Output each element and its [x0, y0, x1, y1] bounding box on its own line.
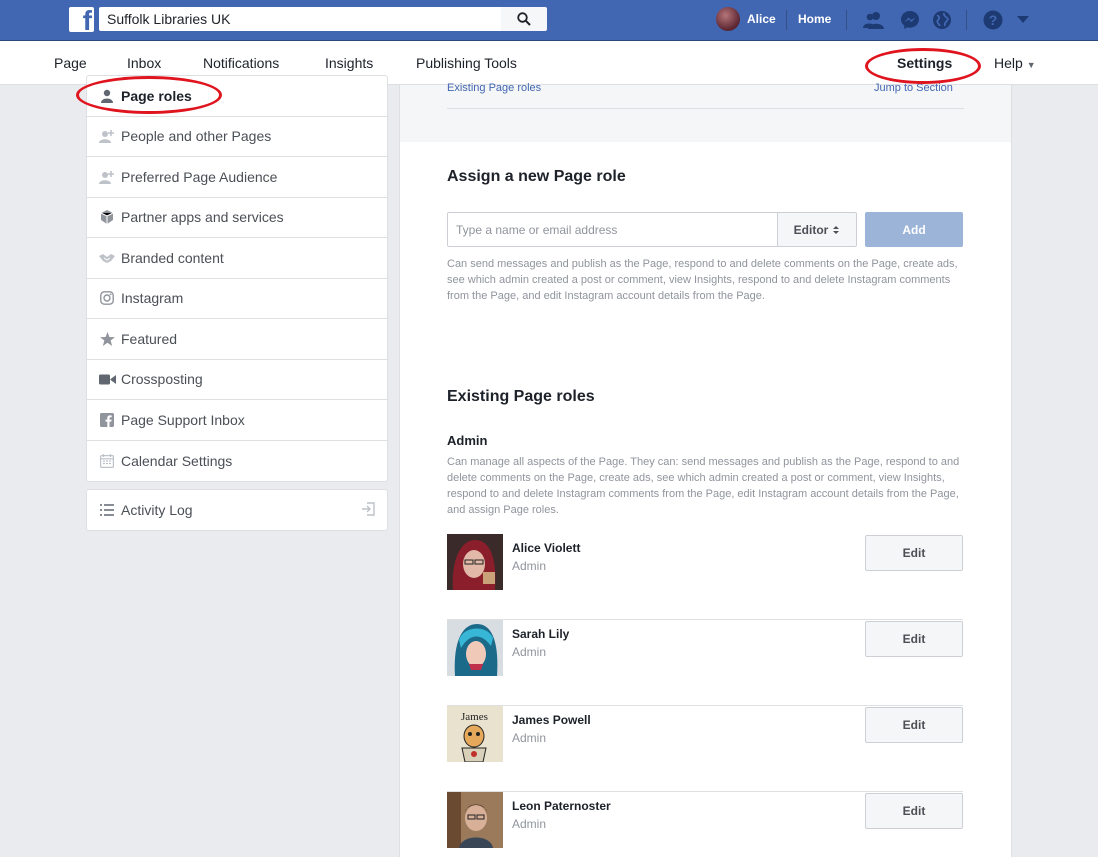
caret-down-icon: ▼: [1026, 60, 1036, 70]
sidebar-item-page-support-inbox[interactable]: Page Support Inbox: [87, 400, 387, 441]
edit-button[interactable]: Edit: [865, 793, 963, 829]
editor-role-description: Can send messages and publish as the Pag…: [447, 258, 958, 302]
sidebar-item-instagram[interactable]: Instagram: [87, 279, 387, 319]
person-name[interactable]: Leon Paternoster: [512, 799, 611, 813]
name-email-input[interactable]: Type a name or email address: [447, 212, 778, 247]
sidebar-item-calendar-settings[interactable]: Calendar Settings: [87, 441, 387, 482]
handshake-icon: [98, 249, 116, 267]
edit-button[interactable]: Edit: [865, 707, 963, 743]
role-select-value: Editor: [793, 222, 829, 237]
role-row: Alice Violett Admin Edit: [447, 534, 963, 620]
list-icon: [98, 501, 116, 519]
person-name[interactable]: Sarah Lily: [512, 627, 569, 641]
add-button[interactable]: Add: [865, 212, 963, 247]
person-name[interactable]: James Powell: [512, 713, 591, 727]
sidebar-item-label: Crossposting: [121, 371, 203, 388]
person-icon: [98, 87, 116, 105]
edit-button[interactable]: Edit: [865, 621, 963, 657]
sidebar-item-label: Calendar Settings: [121, 452, 233, 469]
messenger-icon[interactable]: [898, 8, 922, 32]
select-arrows-icon: [833, 225, 840, 234]
person-role: Admin: [512, 645, 547, 659]
tab-inbox[interactable]: Inbox: [127, 55, 161, 71]
instagram-icon: [98, 289, 116, 307]
star-icon: [98, 330, 116, 348]
person-name[interactable]: Alice Violett: [512, 541, 580, 555]
user-avatar[interactable]: [716, 7, 740, 31]
jump-to-section-link[interactable]: Jump to Section: [874, 82, 953, 94]
top-bar: f Suffolk Libraries UK Alice Home ?: [0, 0, 1098, 41]
tab-insights[interactable]: Insights: [325, 55, 373, 71]
role-row: Sarah Lily Admin Edit: [447, 620, 963, 706]
tab-help[interactable]: Help ▼: [994, 55, 1036, 71]
facebook-logo-icon[interactable]: f: [69, 7, 94, 32]
person-role: Admin: [512, 817, 547, 831]
calendar-icon: [98, 452, 116, 470]
sidebar-item-label: Page Support Inbox: [121, 411, 245, 428]
settings-sidebar: Page roles People and other Pages Prefer…: [86, 75, 388, 482]
video-icon: [98, 370, 116, 388]
help-label: Help: [994, 55, 1023, 71]
user-name-link[interactable]: Alice: [747, 12, 776, 26]
person-role: Admin: [512, 559, 547, 573]
svg-text:?: ?: [989, 12, 998, 28]
divider: [786, 10, 787, 30]
divider: [447, 108, 964, 109]
sidebar-item-featured[interactable]: Featured: [87, 319, 387, 360]
activity-log-label: Activity Log: [121, 502, 193, 518]
account-menu-caret-icon[interactable]: [1011, 8, 1035, 32]
role-select[interactable]: Editor: [777, 212, 857, 247]
svg-text:James: James: [461, 711, 488, 723]
sidebar-item-label: Branded content: [121, 249, 224, 266]
sidebar-item-preferred-page-audience[interactable]: Preferred Page Audience: [87, 157, 387, 198]
role-row: Leon Paternoster Admin Edit: [447, 792, 963, 857]
divider: [966, 10, 967, 30]
sidebar-item-label: People and other Pages: [121, 128, 272, 145]
help-question-icon[interactable]: ?: [981, 8, 1005, 32]
sidebar-item-label: Instagram: [121, 290, 184, 307]
exit-arrow-icon: [362, 502, 375, 516]
sidebar-item-page-roles[interactable]: Page roles: [87, 76, 387, 117]
sidebar-item-label: Featured: [121, 330, 178, 347]
avatar: James: [447, 706, 503, 762]
tab-settings[interactable]: Settings: [897, 55, 952, 71]
activity-log-item[interactable]: Activity Log: [86, 489, 388, 531]
sidebar-item-label: Preferred Page Audience: [121, 168, 278, 185]
sidebar-item-partner-apps[interactable]: Partner apps and services: [87, 198, 387, 238]
avatar: [447, 620, 503, 676]
notifications-globe-icon[interactable]: [930, 8, 954, 32]
tab-publishing-tools[interactable]: Publishing Tools: [416, 55, 517, 71]
existing-roles-link[interactable]: Existing Page roles: [447, 82, 541, 94]
person-role: Admin: [512, 731, 547, 745]
assign-role-title: Assign a new Page role: [447, 168, 626, 185]
avatar: [447, 792, 503, 848]
existing-roles-title: Existing Page roles: [447, 388, 595, 405]
facebook-square-icon: [98, 411, 116, 429]
home-link[interactable]: Home: [798, 12, 831, 26]
sidebar-item-branded-content[interactable]: Branded content: [87, 238, 387, 279]
tab-notifications[interactable]: Notifications: [203, 55, 279, 71]
search-input[interactable]: Suffolk Libraries UK: [99, 7, 501, 31]
divider: [846, 10, 847, 30]
sidebar-item-label: Page roles: [121, 87, 192, 104]
sidebar-item-crossposting[interactable]: Crossposting: [87, 360, 387, 400]
section-nav-strip: Existing Page roles Jump to Section: [399, 82, 1012, 142]
edit-button[interactable]: Edit: [865, 535, 963, 571]
cube-icon: [98, 208, 116, 226]
role-row: James James Powell Admin Edit: [447, 706, 963, 792]
people-add-icon: [98, 168, 116, 186]
admin-group-title: Admin: [447, 433, 488, 448]
search-icon: [517, 12, 531, 26]
admin-role-description: Can manage all aspects of the Page. They…: [447, 456, 960, 516]
search-button[interactable]: [501, 7, 547, 31]
avatar: [447, 534, 503, 590]
tab-page[interactable]: Page: [54, 55, 87, 71]
sidebar-item-people-and-other-pages[interactable]: People and other Pages: [87, 117, 387, 157]
people-add-icon: [98, 127, 116, 145]
friend-requests-icon[interactable]: [862, 8, 886, 32]
sidebar-item-label: Partner apps and services: [121, 209, 284, 226]
main-panel: Assign a new Page role Type a name or em…: [399, 142, 1012, 857]
